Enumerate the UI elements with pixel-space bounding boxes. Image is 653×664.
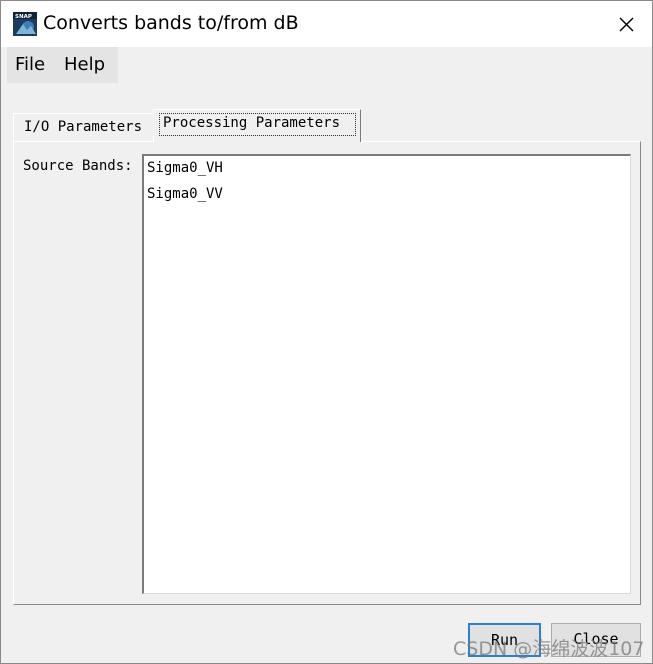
tab-io-parameters-label: I/O Parameters: [24, 119, 143, 135]
tab-focus-outline: [159, 113, 356, 136]
source-bands-list[interactable]: Sigma0_VH Sigma0_VV: [142, 154, 631, 594]
close-button[interactable]: Close: [551, 623, 641, 657]
svg-text:SNAP: SNAP: [15, 14, 32, 20]
menu-bar: File Help: [1, 47, 652, 83]
menu-help[interactable]: Help: [64, 54, 105, 75]
close-icon[interactable]: [612, 10, 640, 38]
window-title: Converts bands to/from dB: [43, 12, 299, 34]
title-bar[interactable]: SNAP Converts bands to/from dB: [1, 1, 652, 47]
snap-app-icon: SNAP: [13, 12, 37, 36]
run-button[interactable]: Run: [468, 623, 541, 657]
list-item[interactable]: Sigma0_VH: [147, 160, 223, 176]
dialog-window: SNAP Converts bands to/from dB File Help…: [0, 0, 653, 664]
list-item[interactable]: Sigma0_VV: [147, 186, 223, 202]
tab-processing-parameters[interactable]: Processing Parameters: [153, 109, 361, 142]
source-bands-label: Source Bands:: [23, 158, 133, 174]
menu-file[interactable]: File: [15, 54, 45, 75]
tab-io-parameters[interactable]: I/O Parameters: [13, 113, 155, 141]
